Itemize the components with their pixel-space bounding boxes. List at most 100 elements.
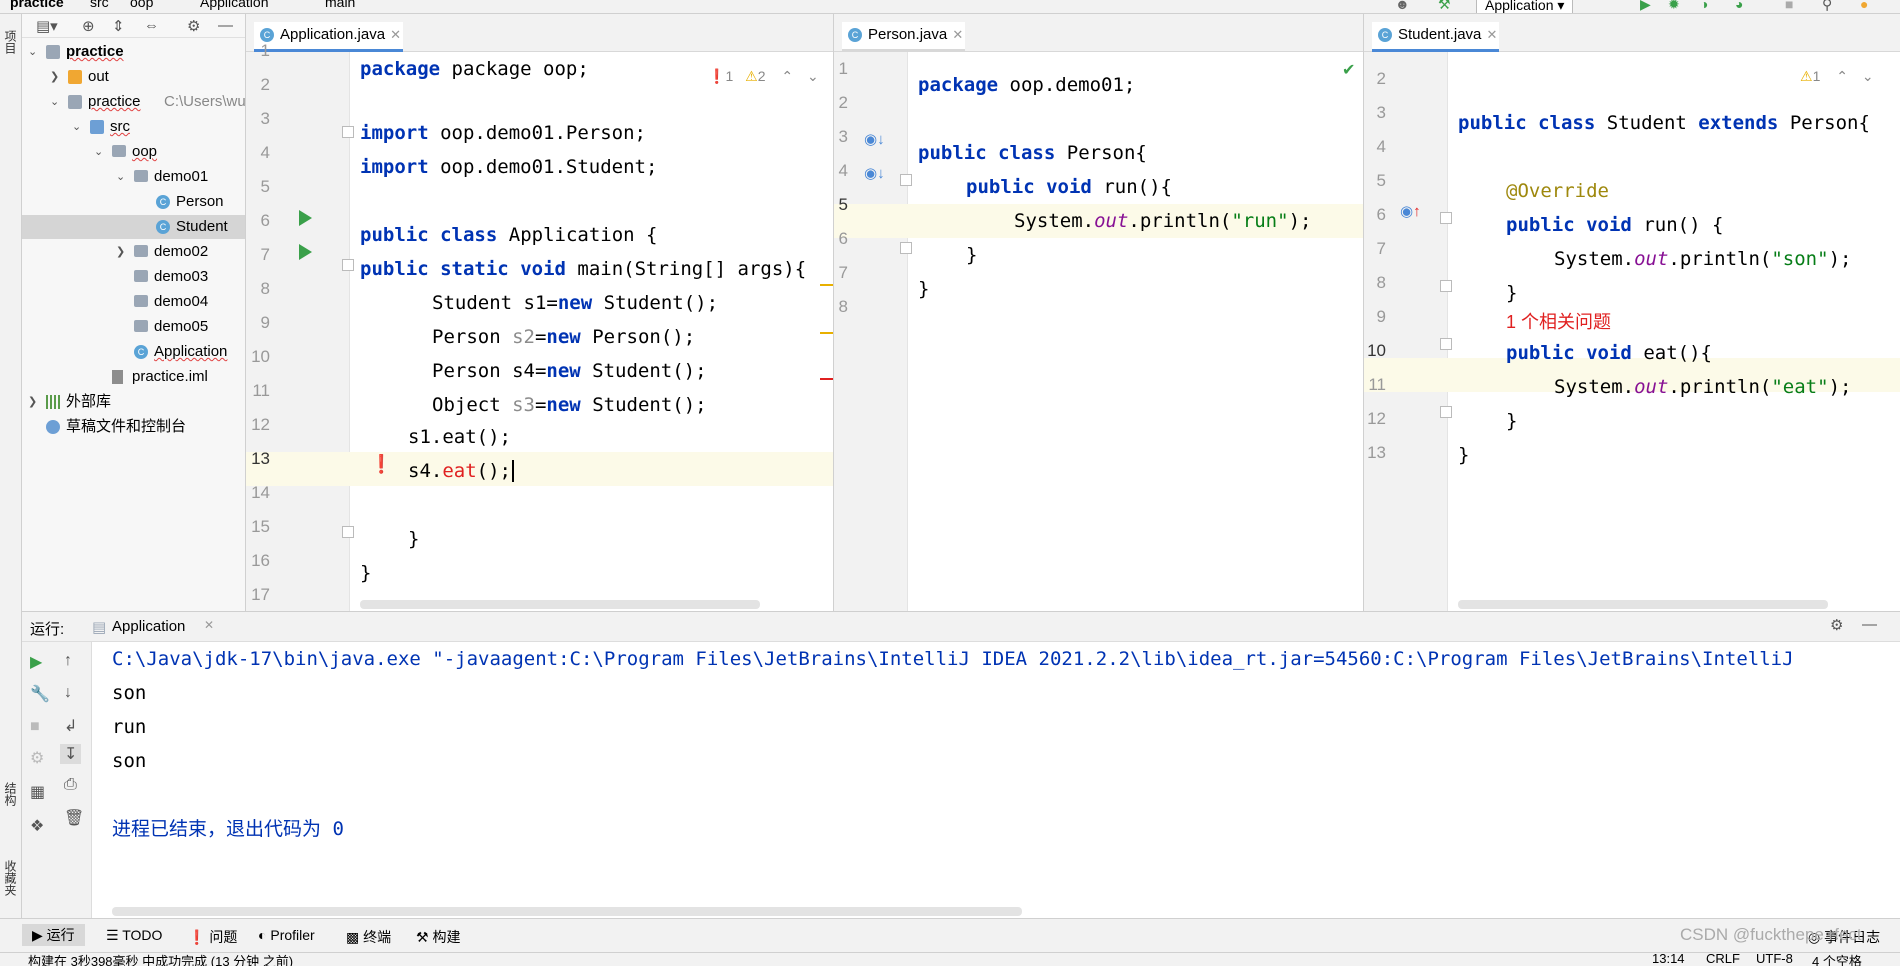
profile-icon[interactable]: ◕	[1735, 0, 1743, 12]
up-arrow-icon[interactable]: ↑	[64, 652, 72, 670]
warning-marker[interactable]	[820, 332, 833, 334]
run-config-select[interactable]: Application ▾	[1476, 0, 1574, 13]
close-tab-icon[interactable]: ✕	[952, 22, 963, 48]
fold-marker[interactable]	[342, 259, 354, 271]
tree-item[interactable]: C Application	[22, 340, 245, 364]
tree-item[interactable]: ⌄ demo01	[22, 165, 245, 189]
console-hscrollbar[interactable]	[112, 907, 1022, 916]
coverage-icon[interactable]: ◑	[1700, 0, 1708, 12]
fold-marker[interactable]	[1440, 280, 1452, 292]
horizontal-scrollbar[interactable]	[360, 600, 760, 609]
bug-icon[interactable]: ⚙	[30, 748, 44, 768]
fold-marker[interactable]	[900, 174, 912, 186]
tool-terminal-button[interactable]: ▩ 终端	[346, 927, 391, 947]
pin-icon[interactable]: ❖	[30, 816, 44, 836]
breadcrumb-application[interactable]: Application	[200, 0, 269, 10]
tree-item[interactable]: C Person	[22, 190, 245, 214]
search-icon[interactable]: ⚲	[1822, 0, 1832, 13]
error-method-eat[interactable]: eat	[442, 460, 476, 482]
update-icon[interactable]: ●	[1860, 0, 1868, 12]
project-tool-label[interactable]: 项目	[2, 30, 19, 54]
tab-student-java[interactable]: C Student.java ✕	[1372, 22, 1500, 52]
chevron-right-icon[interactable]: ❯	[116, 240, 125, 264]
stop-icon[interactable]: ■	[1785, 0, 1793, 12]
chevron-right-icon[interactable]: ❯	[28, 390, 37, 414]
inspection-widget[interactable]: ❗1 ⚠2 ⌃ ⌄	[708, 68, 819, 85]
indent-setting[interactable]: 4 个空格	[1812, 953, 1862, 966]
chevron-down-icon[interactable]: ⌄	[28, 40, 37, 64]
wrench-icon[interactable]: 🔧	[30, 684, 50, 704]
layout-icon[interactable]: ▦	[30, 782, 45, 802]
run-icon[interactable]: ▶	[1640, 0, 1651, 13]
tree-item[interactable]: ⌄ practice	[22, 40, 245, 64]
tree-item[interactable]: ⌄ practice C:\Users\wu	[22, 90, 245, 114]
run-main-icon[interactable]	[299, 244, 312, 260]
line-separator[interactable]: CRLF	[1706, 953, 1740, 966]
overrides-icon[interactable]: ◉↑	[1400, 202, 1421, 220]
close-tab-icon[interactable]: ✕	[390, 22, 401, 48]
no-problems-icon[interactable]: ✔	[1342, 60, 1355, 80]
tree-item[interactable]: practice.iml	[22, 365, 245, 389]
debug-icon[interactable]: ✹	[1668, 0, 1680, 13]
close-run-tab-icon[interactable]: ✕	[204, 618, 214, 632]
hammer-icon[interactable]: ⚒	[1438, 0, 1451, 13]
editor-student[interactable]: C Student.java ✕ 2 3 4 5 6 7 8 9 10 11 12 13 ⚠1 ⌃ ⌄…	[1364, 14, 1900, 611]
view-mode-icon[interactable]: ▤▾	[36, 17, 58, 35]
run-tab-application[interactable]: Application	[112, 618, 185, 635]
related-problems-hint[interactable]: 1 个相关问题	[1506, 308, 1611, 334]
tree-item[interactable]: ❯ 外部库	[22, 390, 245, 414]
breadcrumb-oop[interactable]: oop	[130, 0, 153, 10]
tree-item[interactable]: demo04	[22, 290, 245, 314]
print-icon[interactable]: ⎙	[64, 776, 77, 794]
editor-person[interactable]: C Person.java ✕ 1 2 3 4 5 6 7 8 ✔ ◉↓ ◉↓ package…	[834, 14, 1364, 611]
error-bulb-icon[interactable]: ❗	[370, 454, 392, 475]
editor-application[interactable]: C Application.java ✕ 1 2 3 4 5 6 7 8 9 10 11 12 13 14…	[246, 14, 834, 611]
horizontal-scrollbar[interactable]	[1458, 600, 1828, 609]
structure-tool-label[interactable]: 结构	[2, 782, 19, 806]
caret-position[interactable]: 13:14	[1652, 953, 1685, 966]
fold-marker[interactable]	[342, 526, 354, 538]
chevron-right-icon[interactable]: ❯	[50, 65, 59, 89]
soft-wrap-icon[interactable]: ↲	[64, 716, 77, 736]
prev-highlight-icon[interactable]: ⌃	[781, 68, 793, 84]
stop-icon[interactable]: ■	[30, 718, 40, 736]
tree-item[interactable]: ❯ demo02	[22, 240, 245, 264]
error-marker[interactable]	[820, 378, 833, 380]
tab-person-java[interactable]: C Person.java ✕	[842, 22, 966, 52]
collapse-all-icon[interactable]: ⇔	[144, 17, 159, 34]
next-highlight-icon[interactable]: ⌄	[807, 68, 819, 84]
build-status-message[interactable]: 构建在 3秒398毫秒 中成功完成 (13 分钟 之前)	[28, 953, 293, 966]
run-class-icon[interactable]	[299, 210, 312, 226]
tool-run-button[interactable]: ▶ 运行	[22, 924, 85, 946]
chevron-down-icon[interactable]: ⌄	[50, 90, 59, 114]
fold-marker[interactable]	[1440, 212, 1452, 224]
scroll-to-end-icon[interactable]: ↧	[60, 744, 82, 764]
next-highlight-icon[interactable]: ⌄	[1862, 68, 1874, 84]
implemented-icon[interactable]: ◉↓	[864, 130, 885, 148]
breadcrumb-main[interactable]: main	[325, 0, 355, 10]
hide-icon[interactable]: —	[218, 17, 233, 34]
inspection-widget[interactable]: ⚠1 ⌃ ⌄	[1800, 68, 1874, 85]
prev-highlight-icon[interactable]: ⌃	[1836, 68, 1848, 84]
minimize-icon[interactable]: —	[1862, 616, 1877, 633]
fold-marker[interactable]	[342, 126, 354, 138]
tree-item[interactable]: ❯ out	[22, 65, 245, 89]
expand-all-icon[interactable]: ⇕	[112, 17, 125, 35]
rerun-icon[interactable]: ▶	[30, 652, 42, 672]
implemented-icon[interactable]: ◉↓	[864, 164, 885, 182]
tool-todo-button[interactable]: ☰ TODO	[106, 927, 162, 944]
chevron-down-icon[interactable]: ⌄	[116, 165, 125, 189]
tree-item[interactable]: demo05	[22, 315, 245, 339]
tool-profiler-button[interactable]: ◐ Profiler	[258, 927, 315, 943]
tree-item[interactable]: ⌄ src	[22, 115, 245, 139]
file-encoding[interactable]: UTF-8	[1756, 953, 1793, 966]
down-arrow-icon[interactable]: ↓	[64, 684, 72, 702]
chevron-down-icon[interactable]: ⌄	[94, 140, 103, 164]
close-tab-icon[interactable]: ✕	[1487, 22, 1498, 48]
user-icon[interactable]: ☻	[1395, 0, 1410, 12]
tree-item[interactable]: ⌄ oop	[22, 140, 245, 164]
locate-icon[interactable]: ⊕	[82, 17, 95, 35]
favorites-tool-label[interactable]: 收藏夹	[2, 860, 19, 896]
gear-icon[interactable]: ⚙	[1830, 616, 1843, 634]
fold-marker[interactable]	[1440, 338, 1452, 350]
